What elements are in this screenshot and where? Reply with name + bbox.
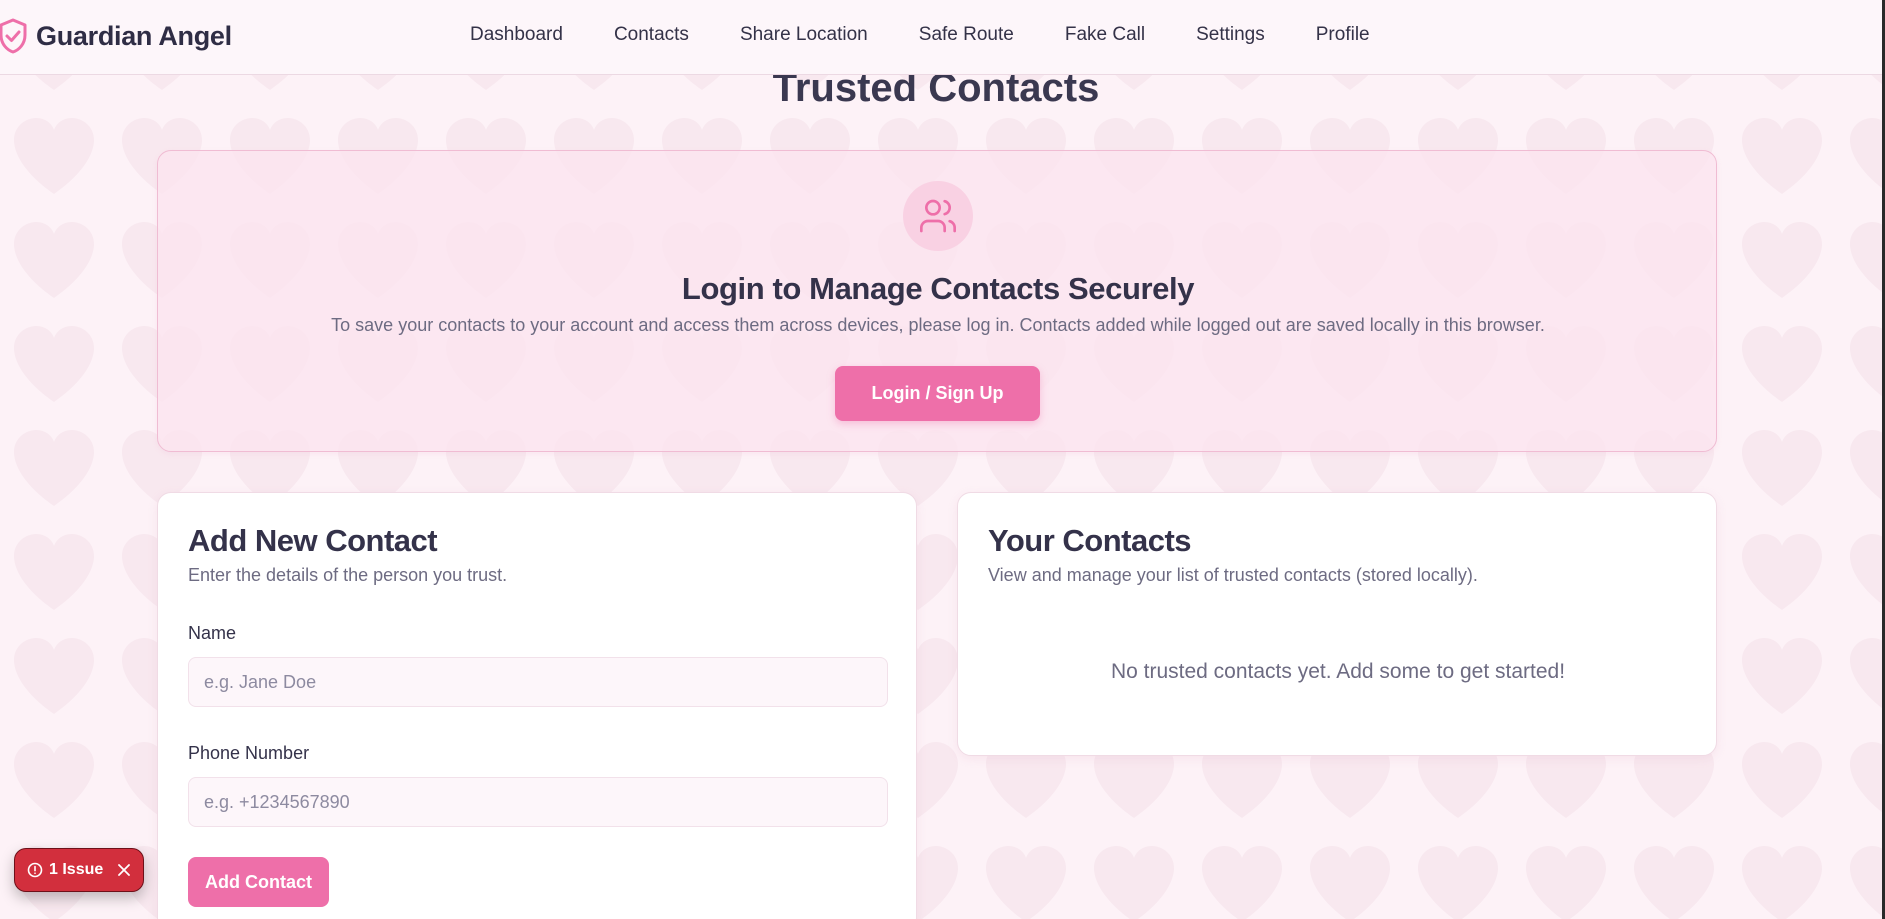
nav-item-dashboard[interactable]: Dashboard xyxy=(470,24,563,46)
login-icon-badge xyxy=(903,181,973,251)
nav-item-profile[interactable]: Profile xyxy=(1316,24,1370,46)
close-icon[interactable] xyxy=(117,863,131,877)
nav-item-safe-route[interactable]: Safe Route xyxy=(919,24,1014,46)
app-viewport: Guardian Angel Dashboard Contacts Share … xyxy=(0,0,1885,919)
users-icon xyxy=(920,199,956,233)
issue-badge[interactable]: 1 Issue xyxy=(14,848,144,892)
login-prompt-card: Login to Manage Contacts Securely To sav… xyxy=(157,150,1717,452)
login-card-title: Login to Manage Contacts Securely xyxy=(681,271,1195,306)
nav-item-fake-call[interactable]: Fake Call xyxy=(1065,24,1145,46)
name-label: Name xyxy=(188,623,237,643)
login-card-description: To save your contacts to your account an… xyxy=(331,315,1545,335)
phone-label: Phone Number xyxy=(188,743,310,763)
add-contact-subtitle: Enter the details of the person you trus… xyxy=(188,565,508,585)
issue-count-label: 1 Issue xyxy=(49,861,104,878)
nav-item-contacts[interactable]: Contacts xyxy=(614,24,689,46)
nav-item-share-location[interactable]: Share Location xyxy=(740,24,868,46)
nav-item-settings[interactable]: Settings xyxy=(1196,24,1265,46)
empty-contacts-message: No trusted contacts yet. Add some to get… xyxy=(1110,660,1566,683)
brand-name: Guardian Angel xyxy=(36,20,232,51)
login-signup-button[interactable]: Login / Sign Up xyxy=(835,366,1040,421)
name-input[interactable] xyxy=(188,657,888,707)
shield-check-icon xyxy=(0,18,27,54)
contacts-list-title: Your Contacts xyxy=(988,523,1192,558)
alert-circle-icon xyxy=(27,862,43,878)
top-navigation-bar: Guardian Angel Dashboard Contacts Share … xyxy=(0,0,1885,75)
contacts-list-card: Your Contacts View and manage your list … xyxy=(957,492,1717,756)
add-contact-title: Add New Contact xyxy=(188,523,438,558)
main-nav: Dashboard Contacts Share Location Safe R… xyxy=(470,24,1421,46)
add-contact-card: Add New Contact Enter the details of the… xyxy=(157,492,917,919)
brand[interactable]: Guardian Angel xyxy=(0,16,232,56)
contacts-list-subtitle: View and manage your list of trusted con… xyxy=(988,565,1478,585)
add-contact-button[interactable]: Add Contact xyxy=(188,857,329,907)
phone-input[interactable] xyxy=(188,777,888,827)
